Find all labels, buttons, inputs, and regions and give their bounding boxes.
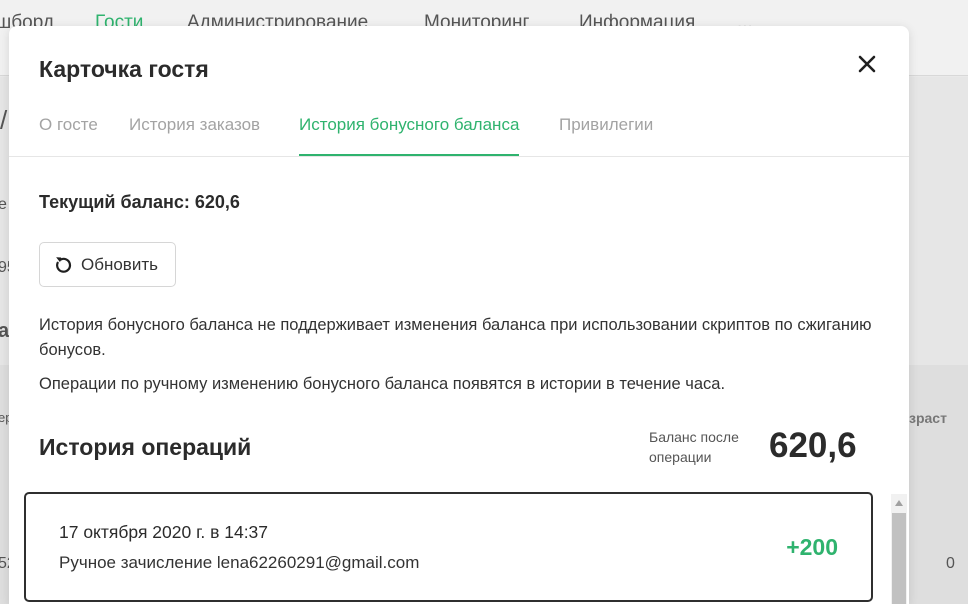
tab-about-guest[interactable]: О госте <box>39 115 98 154</box>
operation-description: Ручное зачисление lena62260291@gmail.com <box>59 553 420 572</box>
info-text-manual-operations: Операции по ручному изменению бонусного … <box>39 375 726 393</box>
background-table-right <box>909 365 968 604</box>
background-breadcrumb-fragment: / <box>0 105 8 135</box>
refresh-icon <box>56 256 72 273</box>
tab-bonus-balance-history[interactable]: История бонусного баланса <box>299 115 520 156</box>
modal-title: Карточка гостя <box>39 56 209 82</box>
tab-order-history[interactable]: История заказов <box>129 115 260 154</box>
current-balance: Текущий баланс: 620,6 <box>39 192 240 212</box>
operation-amount: +200 <box>786 534 838 560</box>
operation-date: 17 октября 2020 г. в 14:37 <box>59 522 269 542</box>
operations-scrollbar[interactable] <box>891 494 907 604</box>
balance-after-operation-value: 620,6 <box>769 426 857 465</box>
background-text-fragment: е <box>0 196 7 213</box>
operation-item[interactable]: 17 октября 2020 г. в 14:37 Ручное зачисл… <box>24 492 873 602</box>
refresh-button-label: Обновить <box>81 254 158 274</box>
close-button[interactable] <box>855 52 879 76</box>
background-column-header-age[interactable]: зраст <box>909 410 947 426</box>
guest-card-modal: Карточка гостя О госте История заказов И… <box>9 26 909 604</box>
scroll-up-button[interactable] <box>891 494 907 512</box>
operations-history-title: История операций <box>39 434 252 460</box>
info-text-scripts: История бонусного баланса не поддерживае… <box>39 316 872 359</box>
close-icon <box>858 55 876 73</box>
balance-after-operation-label: Баланс после операции <box>649 429 739 465</box>
modal-tabs: О госте История заказов История бонусног… <box>9 110 909 157</box>
background-heading-fragment: а <box>0 320 10 342</box>
background-cell-value: 0 <box>946 555 955 572</box>
refresh-button[interactable]: Обновить <box>39 242 176 287</box>
scroll-up-arrow-icon <box>895 500 903 506</box>
scroll-thumb[interactable] <box>892 513 906 604</box>
tab-privileges[interactable]: Привилегии <box>559 115 653 154</box>
